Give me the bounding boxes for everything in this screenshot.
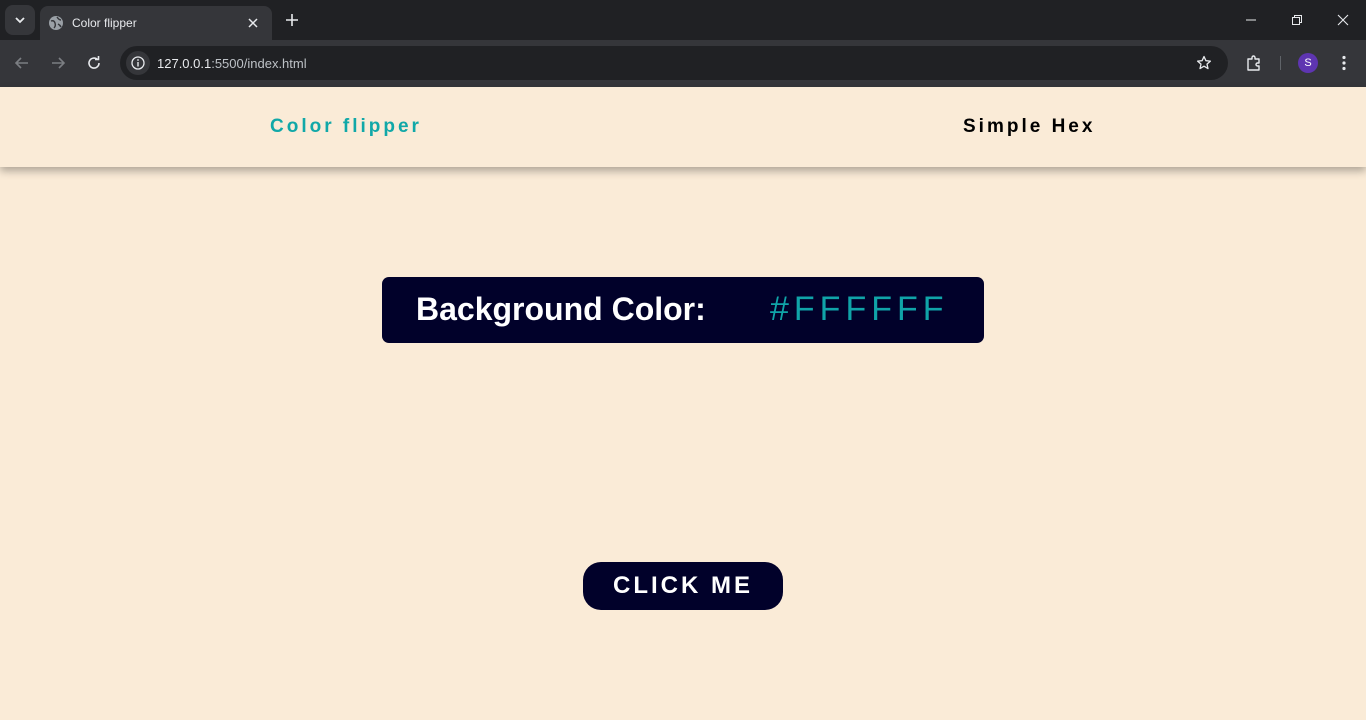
star-icon bbox=[1196, 55, 1212, 70]
globe-icon bbox=[48, 15, 64, 31]
site-navbar: Color flipper Simple Hex bbox=[0, 87, 1366, 167]
browser-tab[interactable]: Color flipper bbox=[40, 6, 272, 40]
click-me-button[interactable]: CLICK ME bbox=[583, 562, 783, 610]
window-close-button[interactable] bbox=[1320, 0, 1366, 40]
browser-menu-button[interactable] bbox=[1332, 51, 1356, 75]
tab-title: Color flipper bbox=[72, 16, 137, 30]
plus-icon bbox=[286, 14, 298, 26]
toolbar-divider bbox=[1280, 56, 1281, 70]
restore-icon bbox=[1292, 15, 1302, 25]
tab-search-button[interactable] bbox=[5, 5, 35, 35]
kebab-icon bbox=[1342, 55, 1346, 71]
bookmark-button[interactable] bbox=[1190, 49, 1218, 77]
url-text: 127.0.0.1:5500/index.html bbox=[157, 56, 1190, 71]
browser-toolbar: 127.0.0.1:5500/index.html S bbox=[0, 40, 1366, 87]
reload-button[interactable] bbox=[81, 50, 107, 76]
color-display-panel: Background Color: #FFFFFF bbox=[382, 277, 984, 343]
info-icon bbox=[131, 56, 145, 70]
url-path: :5500/index.html bbox=[211, 55, 307, 71]
reload-icon bbox=[88, 56, 100, 69]
arrow-left-icon bbox=[14, 57, 28, 69]
puzzle-icon bbox=[1247, 55, 1260, 71]
window-restore-button[interactable] bbox=[1274, 0, 1320, 40]
profile-avatar[interactable]: S bbox=[1298, 53, 1318, 73]
extensions-button[interactable] bbox=[1242, 51, 1266, 75]
tab-close-button[interactable] bbox=[244, 14, 262, 32]
site-info-button[interactable] bbox=[126, 51, 150, 75]
address-bar[interactable]: 127.0.0.1:5500/index.html bbox=[120, 46, 1228, 80]
browser-tab-bar: Color flipper bbox=[0, 0, 1366, 40]
close-icon bbox=[1337, 14, 1349, 26]
site-brand[interactable]: Color flipper bbox=[270, 116, 422, 138]
color-label: Background Color: bbox=[416, 291, 706, 327]
forward-button[interactable] bbox=[45, 50, 71, 76]
page-viewport: Color flipper Simple Hex Background Colo… bbox=[0, 87, 1366, 720]
arrow-right-icon bbox=[52, 57, 66, 69]
close-icon bbox=[248, 18, 258, 28]
minimize-icon bbox=[1246, 19, 1256, 21]
color-hex-value: #FFFFFF bbox=[770, 290, 949, 328]
url-host: 127.0.0.1 bbox=[157, 55, 212, 71]
back-button[interactable] bbox=[9, 50, 35, 76]
new-tab-button[interactable] bbox=[280, 8, 304, 32]
window-minimize-button[interactable] bbox=[1228, 0, 1274, 40]
chevron-down-icon bbox=[15, 17, 25, 24]
nav-link-simple-hex[interactable]: Simple Hex bbox=[963, 116, 1095, 138]
